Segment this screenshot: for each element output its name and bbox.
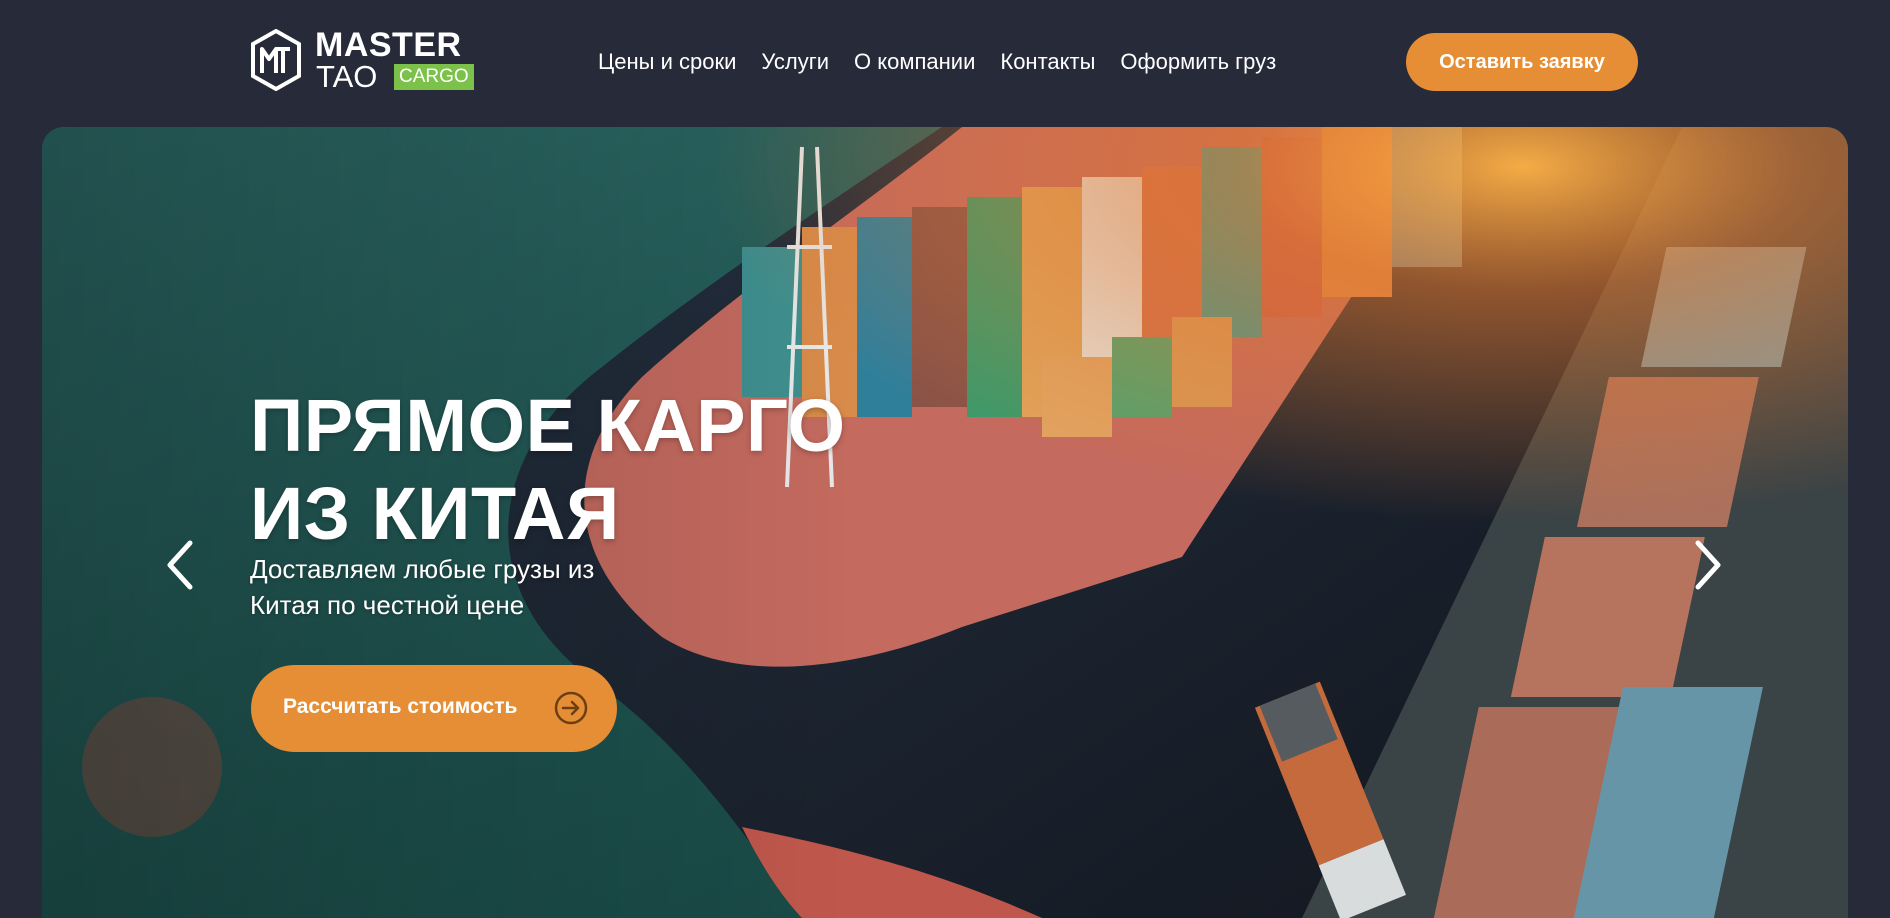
nav-link-prices[interactable]: Цены и сроки [598, 47, 736, 77]
site-header: MASTER TAO CARGO Цены и сроки Услуги О к… [0, 0, 1890, 126]
nav-link-order-cargo[interactable]: Оформить груз [1120, 47, 1276, 77]
logo-link[interactable]: MASTER TAO CARGO [250, 26, 474, 94]
hero-title: ПРЯМОЕ КАРГО ИЗ КИТАЯ [250, 382, 846, 558]
logo-badge-cargo: CARGO [394, 64, 474, 90]
leave-request-button[interactable]: Оставить заявку [1406, 33, 1638, 91]
chevron-left-icon[interactable] [160, 537, 200, 593]
logo-monogram-icon [251, 29, 301, 91]
hero-subtitle-line-2: Китая по честной цене [250, 590, 525, 620]
hero-title-line-2: ИЗ КИТАЯ [250, 472, 620, 555]
nav-link-services[interactable]: Услуги [761, 47, 829, 77]
calculate-cost-button[interactable]: Рассчитать стоимость [251, 665, 617, 752]
nav-link-about[interactable]: О компании [854, 47, 975, 77]
logo-word-master: MASTER [315, 26, 462, 64]
main-nav: Цены и сроки Услуги О компании Контакты … [598, 47, 1276, 77]
nav-link-contacts[interactable]: Контакты [1000, 47, 1095, 77]
logo-word-tao: TAO [316, 59, 378, 94]
hero-title-line-1: ПРЯМОЕ КАРГО [250, 384, 846, 467]
arrow-right-circle-icon [554, 691, 588, 725]
hero-subtitle-line-1: Доставляем любые грузы из [250, 554, 595, 584]
chevron-right-icon[interactable] [1688, 537, 1728, 593]
hero-subtitle: Доставляем любые грузы из Китая по честн… [250, 551, 670, 623]
calculate-cost-label: Рассчитать стоимость [283, 695, 518, 718]
hero-slider: ПРЯМОЕ КАРГО ИЗ КИТАЯ Доставляем любые г… [42, 127, 1848, 918]
